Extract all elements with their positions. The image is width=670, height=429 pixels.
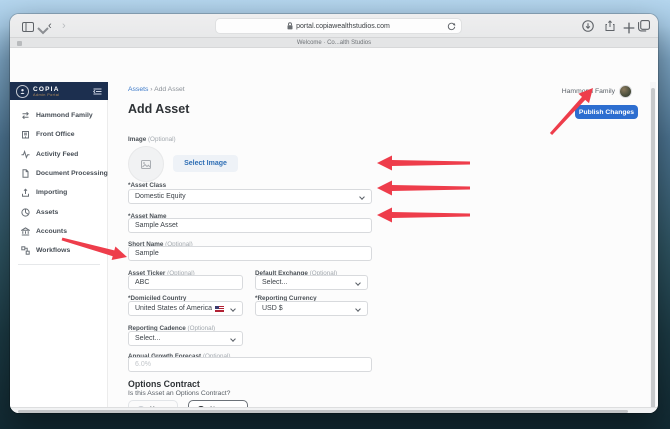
asset-class-select[interactable]: Domestic Equity (128, 189, 372, 204)
desktop: ‹ › portal.copiawealthstudios.com Welcom… (0, 0, 670, 429)
sidebar-item-label: Hammond Family (36, 112, 93, 119)
account-switcher[interactable]: Hammond Family (562, 85, 632, 98)
chevron-down-icon (230, 305, 236, 312)
sidebar-item-workflows[interactable]: Workflows (10, 241, 108, 260)
back-button[interactable]: ‹ (48, 20, 60, 32)
account-name: Hammond Family (561, 88, 615, 95)
tab-bar: Welcome · Co...alth Studios (10, 38, 658, 48)
asset-name-input[interactable]: Sample Asset (128, 218, 372, 233)
pie-chart-icon (21, 207, 30, 217)
default-exchange-select[interactable]: Select... (255, 275, 368, 290)
sidebar-item-accounts[interactable]: Accounts (10, 222, 108, 241)
select-image-button[interactable]: Select Image (173, 155, 238, 172)
web-app: COPIA Admin Portal Hammond Family Front … (10, 48, 658, 413)
breadcrumb-separator: › (150, 86, 153, 93)
bank-icon (21, 227, 30, 236)
vertical-scrollbar[interactable] (650, 82, 656, 413)
short-name-input[interactable]: Sample (128, 246, 372, 261)
account-avatar (619, 85, 632, 98)
breadcrumb-assets-link[interactable]: Assets (128, 86, 148, 93)
sidebar-item-assets[interactable]: Assets (10, 203, 108, 222)
chevron-down-icon (355, 279, 361, 286)
new-tab-icon[interactable] (623, 22, 635, 34)
options-contract-title: Options Contract (128, 379, 200, 389)
upload-icon (22, 188, 29, 197)
sidebar-item-front-office[interactable]: Front Office (10, 125, 108, 144)
sidebar-item-importing[interactable]: Importing (10, 183, 108, 202)
sidebar-item-label: Importing (36, 189, 68, 197)
reporting-currency-select[interactable]: USD $ (255, 301, 368, 316)
sidebar-item-label: Front Office (36, 131, 75, 139)
browser-toolbar: ‹ › portal.copiawealthstudios.com (10, 14, 658, 38)
app-sidebar: COPIA Admin Portal Hammond Family Front … (10, 82, 108, 413)
chevron-down-icon (230, 335, 236, 342)
building-icon (22, 131, 29, 139)
lock-icon (287, 22, 293, 30)
sidebar-item-hammond-family[interactable]: Hammond Family (10, 106, 108, 125)
swap-arrows-icon (22, 111, 29, 120)
forward-button[interactable]: › (62, 20, 74, 32)
sidebar-item-label: Document Processing (36, 169, 108, 177)
copia-logo-icon (16, 84, 29, 98)
reload-icon[interactable] (447, 22, 456, 31)
us-flag-icon (215, 305, 225, 312)
sidebar-toggle-icon[interactable] (22, 21, 34, 33)
asset-ticker-input[interactable]: ABC (128, 275, 243, 290)
reporting-cadence-select[interactable]: Select... (128, 331, 243, 346)
activity-icon (21, 149, 30, 159)
collapse-sidebar-icon[interactable] (93, 88, 102, 95)
horizontal-scrollbar[interactable] (10, 407, 658, 413)
options-contract-question: Is this Asset an Options Contract? (128, 390, 231, 397)
sidebar-item-label: Accounts (36, 227, 67, 235)
image-placeholder[interactable] (128, 146, 164, 182)
page-title: Add Asset (128, 102, 190, 116)
tab-title[interactable]: Welcome · Co...alth Studios (10, 40, 658, 46)
sidebar-divider (18, 264, 100, 265)
image-label: Image (Optional) (128, 136, 176, 143)
brand-name: COPIA (33, 85, 60, 93)
sidebar-item-label: Workflows (36, 247, 71, 255)
main-panel: Assets › Add Asset Hammond Family Add As… (108, 82, 650, 413)
annual-growth-input[interactable]: 6.0% (128, 357, 372, 372)
chevron-down-icon (355, 305, 361, 312)
breadcrumb-current: Add Asset (154, 86, 185, 93)
tab-overview-icon[interactable] (638, 20, 650, 32)
workflow-icon (21, 246, 30, 255)
address-bar[interactable]: portal.copiawealthstudios.com (215, 18, 462, 34)
share-icon[interactable] (604, 20, 616, 32)
browser-window: ‹ › portal.copiawealthstudios.com Welcom… (10, 14, 658, 413)
sidebar-item-activity-feed[interactable]: Activity Feed (10, 145, 108, 164)
document-icon (22, 169, 29, 178)
sidebar-item-label: Activity Feed (36, 150, 79, 158)
sidebar-item-document-processing[interactable]: Document Processing (10, 164, 108, 183)
breadcrumb: Assets › Add Asset (128, 86, 185, 93)
url-text: portal.copiawealthstudios.com (296, 22, 390, 30)
brand-subtitle: Admin Portal (33, 92, 60, 97)
publish-changes-button[interactable]: Publish Changes (575, 105, 638, 119)
domiciled-country-select[interactable]: United States of America (128, 301, 243, 316)
sidebar-item-label: Assets (36, 208, 59, 216)
image-icon (141, 159, 151, 169)
downloads-icon[interactable] (582, 20, 594, 32)
chevron-down-icon (359, 193, 365, 200)
brand-header: COPIA Admin Portal (10, 82, 108, 100)
asset-class-label: *Asset Class (128, 182, 167, 189)
